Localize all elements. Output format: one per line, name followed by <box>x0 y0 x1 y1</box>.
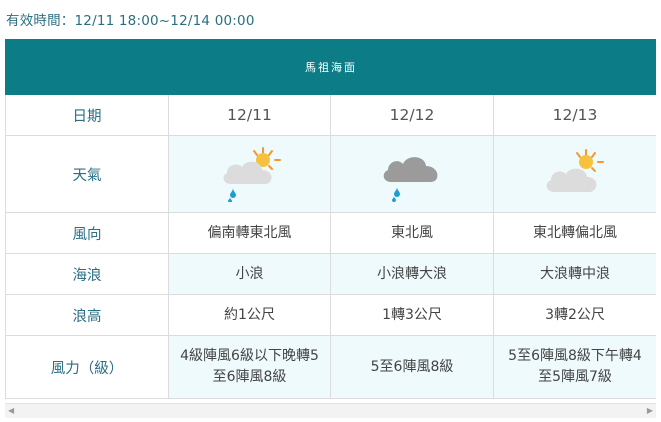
waves-cell: 大浪轉中浪 <box>493 253 656 295</box>
wave-height-row: 浪高 約1公尺 1轉3公尺 3轉2公尺 <box>5 294 656 336</box>
wind-direction-cell: 東北風 <box>330 212 494 254</box>
wind-force-line: 5至6陣風8級 <box>370 358 454 375</box>
wind-force-cell: 5至6陣風8級下午轉4 至5陣風7級 <box>493 335 656 399</box>
scroll-right-arrow-icon[interactable]: ▶ <box>647 407 653 415</box>
wind-force-line: 5至6陣風8級下午轉4 <box>508 348 642 364</box>
date-cell: 12/11 <box>168 94 331 136</box>
waves-label: 海浪 <box>5 253 169 295</box>
cloudy-rain-icon <box>383 157 438 202</box>
waves-cell: 小浪轉大浪 <box>330 253 494 295</box>
forecast-table-container: 馬祖海面 日期 12/11 12/12 12/13 天氣 風向 偏南轉東北風 東… <box>5 39 656 422</box>
weather-label: 天氣 <box>5 135 169 213</box>
wind-force-line: 至6陣風8級 <box>212 369 287 385</box>
wind-force-row: 風力（級） 4級陣風6級以下晚轉5 至6陣風8級 5至6陣風8級 5至6陣風8級… <box>5 335 656 399</box>
scroll-left-arrow-icon[interactable]: ◀ <box>8 407 14 415</box>
weather-cell <box>330 135 494 213</box>
partly-cloudy-icon <box>546 149 604 192</box>
wind-direction-row: 風向 偏南轉東北風 東北風 東北轉偏北風 <box>5 212 656 254</box>
wave-height-cell: 1轉3公尺 <box>330 294 494 336</box>
wind-force-line: 至5陣風7級 <box>538 369 612 385</box>
table-title: 馬祖海面 <box>5 39 656 95</box>
weather-row: 天氣 <box>5 135 656 213</box>
wind-force-cell: 5至6陣風8級 <box>330 335 494 399</box>
wave-height-cell: 約1公尺 <box>168 294 331 336</box>
waves-row: 海浪 小浪 小浪轉大浪 大浪轉中浪 <box>5 253 656 295</box>
partly-cloudy-rain-icon <box>223 147 281 202</box>
waves-cell: 小浪 <box>168 253 331 295</box>
wind-direction-cell: 偏南轉東北風 <box>168 212 331 254</box>
validity-period: 有效時間：12/11 18:00~12/14 00:00 <box>6 13 255 29</box>
wave-height-cell: 3轉2公尺 <box>493 294 656 336</box>
date-cell: 12/13 <box>493 94 656 136</box>
horizontal-scrollbar[interactable]: ◀ ▶ <box>5 403 656 418</box>
date-row: 日期 12/11 12/12 12/13 <box>5 94 656 136</box>
wind-force-cell: 4級陣風6級以下晚轉5 至6陣風8級 <box>168 335 331 399</box>
forecast-table: 馬祖海面 日期 12/11 12/12 12/13 天氣 風向 偏南轉東北風 東… <box>5 39 656 399</box>
wind-force-line: 4級陣風6級以下晚轉5 <box>180 348 319 364</box>
date-label: 日期 <box>5 94 169 136</box>
title-row: 馬祖海面 <box>5 39 656 95</box>
date-cell: 12/12 <box>330 94 494 136</box>
weather-cell <box>493 135 656 213</box>
wind-force-label: 風力（級） <box>5 335 169 399</box>
wind-direction-cell: 東北轉偏北風 <box>493 212 656 254</box>
wind-direction-label: 風向 <box>5 212 169 254</box>
weather-cell <box>168 135 331 213</box>
wave-height-label: 浪高 <box>5 294 169 336</box>
